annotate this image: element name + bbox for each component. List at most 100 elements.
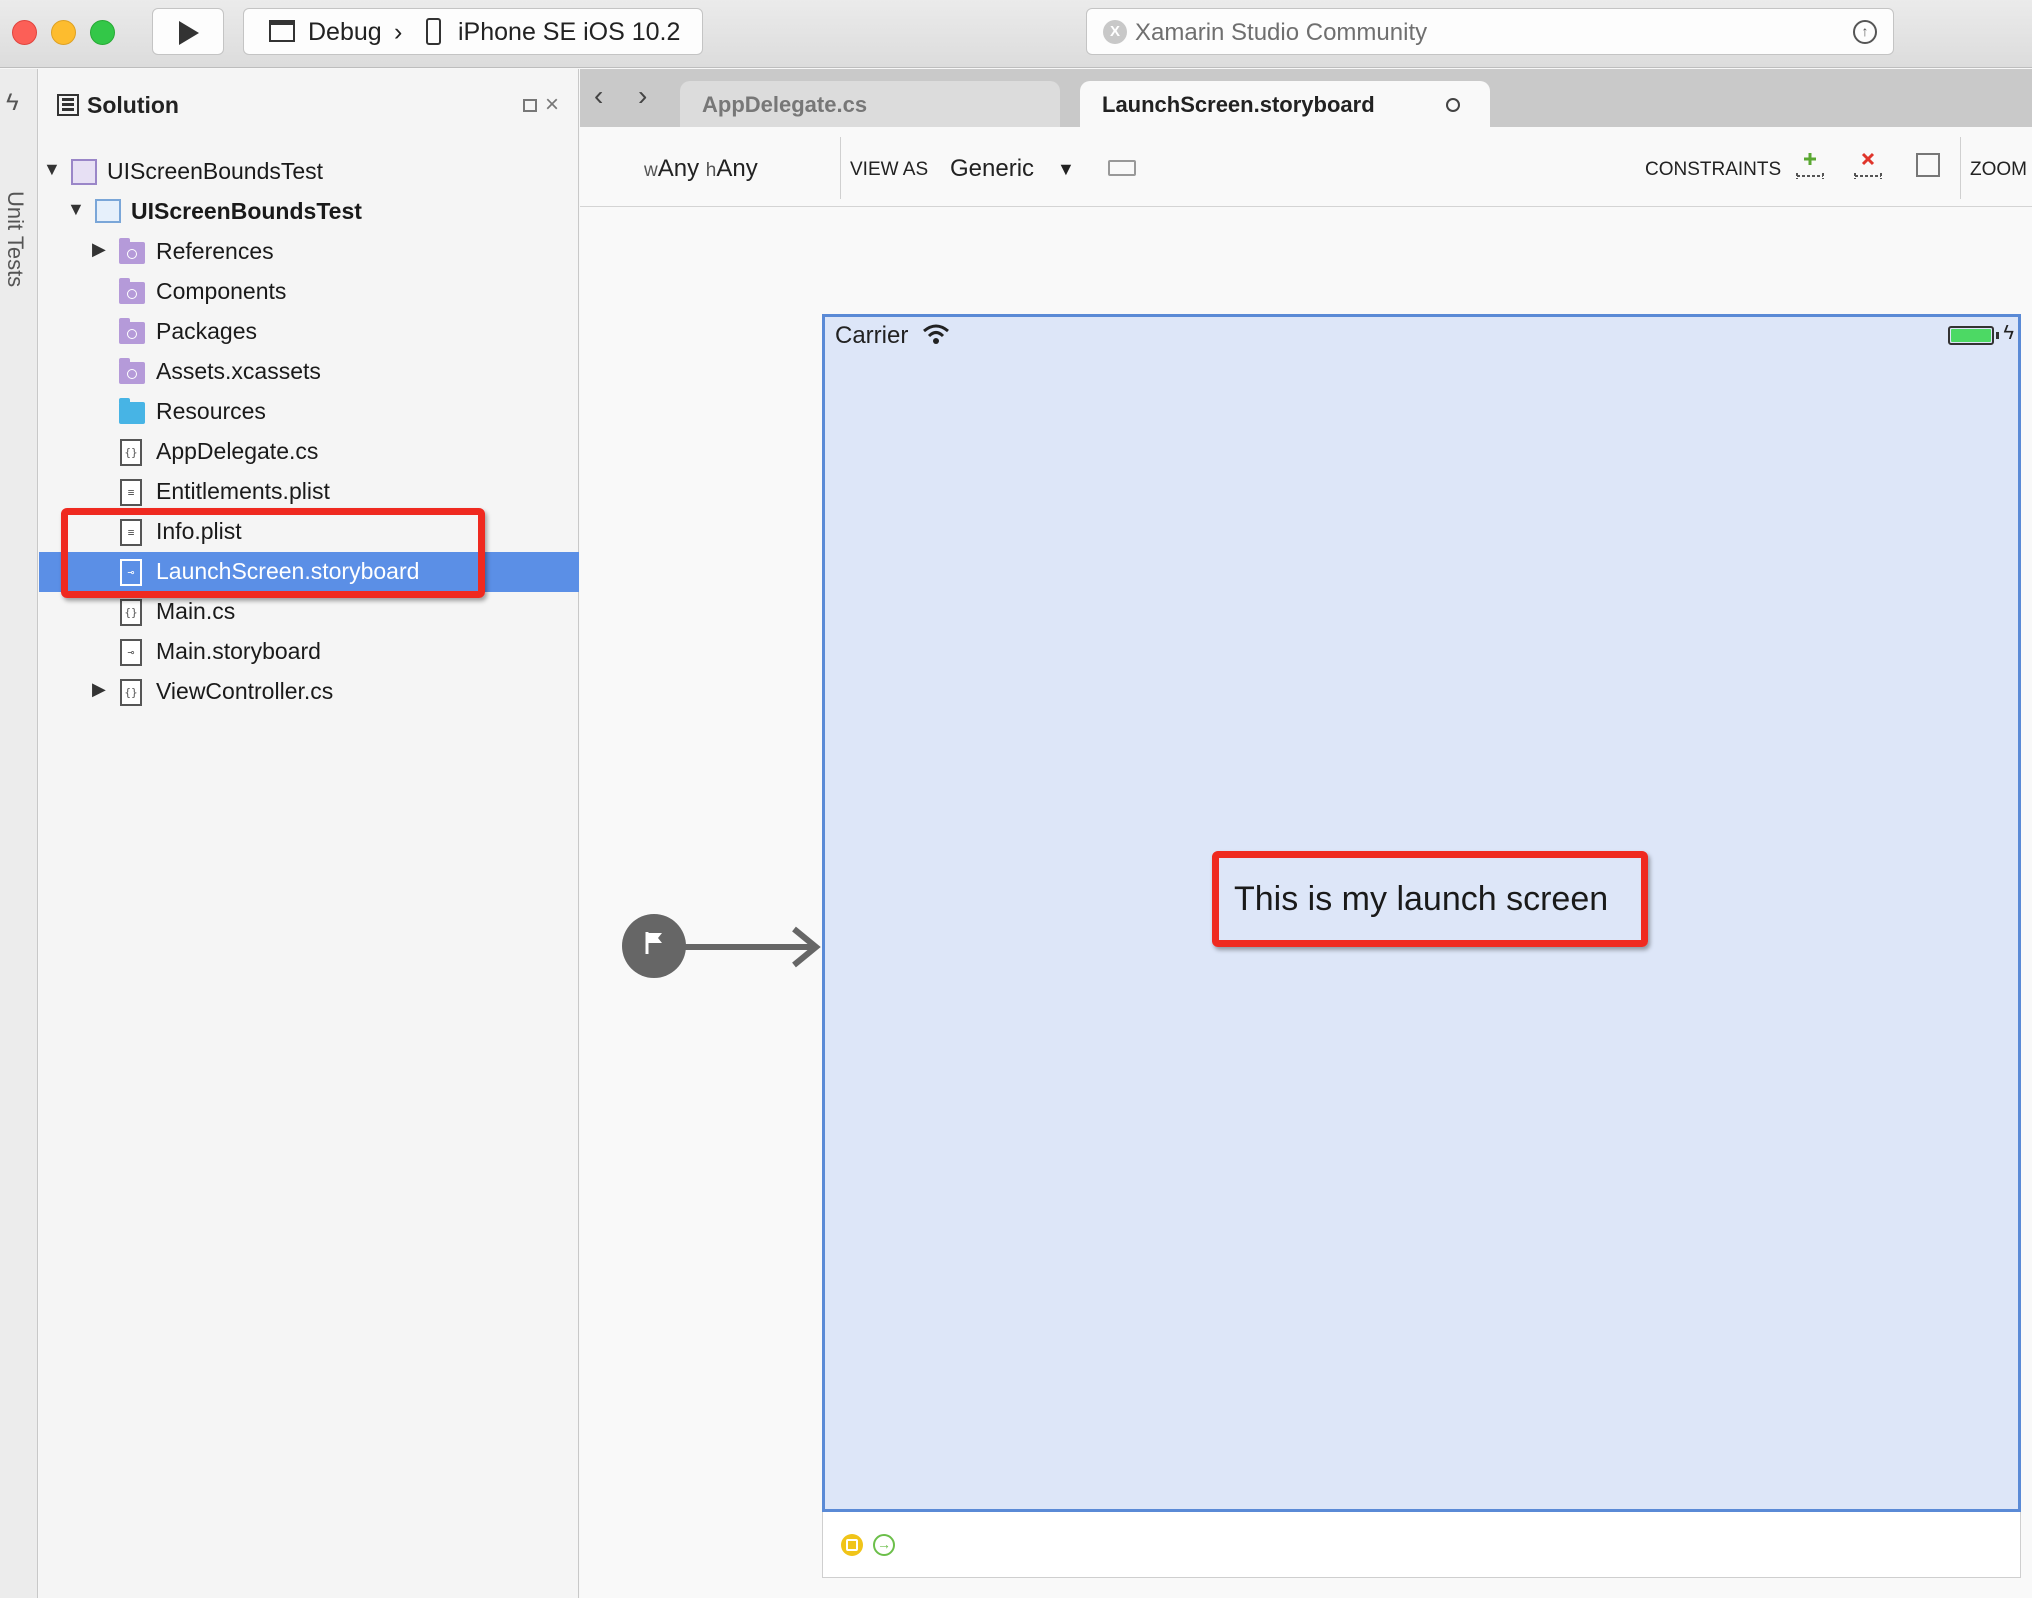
battery-tip (1996, 332, 1999, 339)
tab-appdelegate[interactable]: AppDelegate.cs (680, 81, 1060, 127)
tree-item-info-plist[interactable]: ≡ Info.plist (39, 512, 579, 552)
tree-item-label: Components (156, 278, 287, 304)
view-as-dropdown-icon[interactable]: ▼ (1057, 159, 1075, 180)
folder-icon (119, 398, 145, 424)
tree-item-label: Entitlements.plist (156, 478, 330, 504)
carrier-label: Carrier (835, 322, 909, 349)
designer-toolbar: wAny hAny VIEW AS Generic ▼ CONSTRAINTS … (580, 127, 2032, 207)
xamarin-icon: X (1103, 20, 1127, 44)
exit-icon[interactable]: → (873, 1534, 895, 1556)
pad-restore-icon[interactable] (523, 99, 537, 112)
tab-label: LaunchScreen.storyboard (1102, 92, 1375, 117)
entry-arrow-icon (682, 926, 821, 968)
frame-icon[interactable] (1916, 153, 1940, 177)
back-icon[interactable]: ‹ (594, 80, 603, 112)
pad-header: Solution × (39, 69, 579, 139)
tab-label: AppDelegate.cs (702, 92, 868, 117)
tree-item-label: Info.plist (156, 518, 242, 544)
device-label: iPhone SE iOS 10.2 (458, 18, 681, 46)
toolbar-divider (1960, 137, 1961, 199)
window-icon (269, 20, 295, 42)
tree-item-resources[interactable]: Resources (39, 392, 579, 432)
unsaved-dot-icon[interactable] (1446, 98, 1460, 112)
forward-icon[interactable]: › (638, 80, 647, 112)
pad-title: Solution (87, 92, 179, 118)
project-icon (95, 199, 121, 223)
tree-item-label: Main.cs (156, 598, 236, 624)
tree-item-packages[interactable]: Packages (39, 312, 579, 352)
view-controller-icon[interactable] (841, 1534, 863, 1556)
orientation-icon[interactable] (1108, 160, 1136, 176)
tab-bar: ‹ › AppDelegate.cs LaunchScreen.storyboa… (580, 69, 2032, 127)
tree-item-components[interactable]: Components (39, 272, 579, 312)
size-h-prefix: h (705, 160, 717, 181)
zoom-window-button[interactable] (90, 20, 115, 45)
status-label: Xamarin Studio Community (1135, 19, 1428, 46)
tree-item-entitlements[interactable]: ≡ Entitlements.plist (39, 472, 579, 512)
tree-item-label: ViewController.cs (156, 678, 334, 704)
remove-constraints-icon[interactable] (1852, 151, 1884, 181)
tree-item-appdelegate[interactable]: {} AppDelegate.cs (39, 432, 579, 472)
scene-dock: → (822, 1512, 2021, 1578)
bolt-icon: ϟ (6, 89, 19, 116)
tree-item-label: UIScreenBoundsTest (131, 198, 362, 224)
tree-item-label: LaunchScreen.storyboard (156, 558, 420, 584)
tree-item-label: UIScreenBoundsTest (107, 158, 324, 184)
iphone-icon (426, 18, 441, 45)
unit-tests-strip: ϟ Unit Tests (0, 69, 38, 1598)
tree-item-references[interactable]: ▶ References (39, 232, 579, 272)
flag-icon (645, 932, 662, 954)
folder-icon (119, 358, 145, 384)
battery-icon (1948, 326, 1994, 345)
tab-launchscreen[interactable]: LaunchScreen.storyboard (1080, 81, 1490, 127)
wifi-icon (923, 324, 949, 344)
add-constraints-icon[interactable] (1794, 151, 1826, 181)
constraints-label: CONSTRAINTS (1645, 159, 1782, 180)
tree-item-solution[interactable]: ▼ UIScreenBoundsTest (39, 152, 579, 192)
entry-point-icon[interactable] (622, 914, 686, 978)
solution-icon (71, 159, 97, 185)
tree-item-main-storyboard[interactable]: ⊸ Main.storyboard (39, 632, 579, 672)
update-icon[interactable]: ↑ (1853, 20, 1877, 44)
tree-item-assets[interactable]: Assets.xcassets (39, 352, 579, 392)
solution-pad: Solution × ▼ UIScreenBoundsTest ▼ UIScre… (39, 69, 579, 1598)
expanded-triangle-icon[interactable]: ▼ (43, 159, 61, 180)
plist-file-icon: ≡ (120, 519, 142, 546)
expanded-triangle-icon[interactable]: ▼ (67, 199, 85, 220)
code-file-icon: {} (120, 439, 142, 466)
collapsed-triangle-icon[interactable]: ▶ (92, 239, 106, 260)
zoom-label[interactable]: ZOOM (1970, 159, 2027, 181)
folder-icon (119, 278, 145, 304)
tree-item-viewcontroller[interactable]: ▶ {} ViewController.cs (39, 672, 579, 712)
size-class-selector[interactable]: wAny hAny (644, 155, 758, 183)
close-window-button[interactable] (12, 20, 37, 45)
main-toolbar: Debug › iPhone SE iOS 10.2 X Xamarin Stu… (0, 0, 2032, 68)
tree-item-label: References (156, 238, 274, 264)
size-w-prefix: w (644, 160, 658, 181)
status-bar: X Xamarin Studio Community ↑ (1086, 8, 1894, 55)
size-h-value: Any (716, 155, 758, 182)
run-button[interactable] (152, 8, 224, 55)
configuration-label: Debug (308, 18, 382, 46)
folder-icon (119, 238, 145, 264)
tree-item-label: Packages (156, 318, 258, 344)
solution-pad-icon (57, 94, 79, 116)
tree-item-project[interactable]: ▼ UIScreenBoundsTest (39, 192, 579, 232)
pad-close-icon[interactable]: × (545, 91, 559, 119)
toolbar-divider (840, 137, 841, 199)
tree-item-label: AppDelegate.cs (156, 438, 319, 464)
tree-item-main-cs[interactable]: {} Main.cs (39, 592, 579, 632)
minimize-window-button[interactable] (51, 20, 76, 45)
folder-icon (119, 318, 145, 344)
launch-screen-label[interactable]: This is my launch screen (1234, 880, 1608, 919)
collapsed-triangle-icon[interactable]: ▶ (92, 679, 106, 700)
configuration-selector[interactable]: Debug › iPhone SE iOS 10.2 (243, 8, 703, 55)
breadcrumb-separator: › (394, 18, 403, 46)
storyboard-file-icon: ⊸ (120, 559, 142, 586)
code-file-icon: {} (120, 599, 142, 626)
view-as-label: VIEW AS (850, 159, 929, 180)
tree-item-launchscreen[interactable]: ⊸ LaunchScreen.storyboard (39, 552, 579, 592)
tree-item-label: Assets.xcassets (156, 358, 321, 384)
unit-tests-tab[interactable]: Unit Tests (2, 191, 28, 287)
view-as-value[interactable]: Generic (950, 155, 1034, 183)
